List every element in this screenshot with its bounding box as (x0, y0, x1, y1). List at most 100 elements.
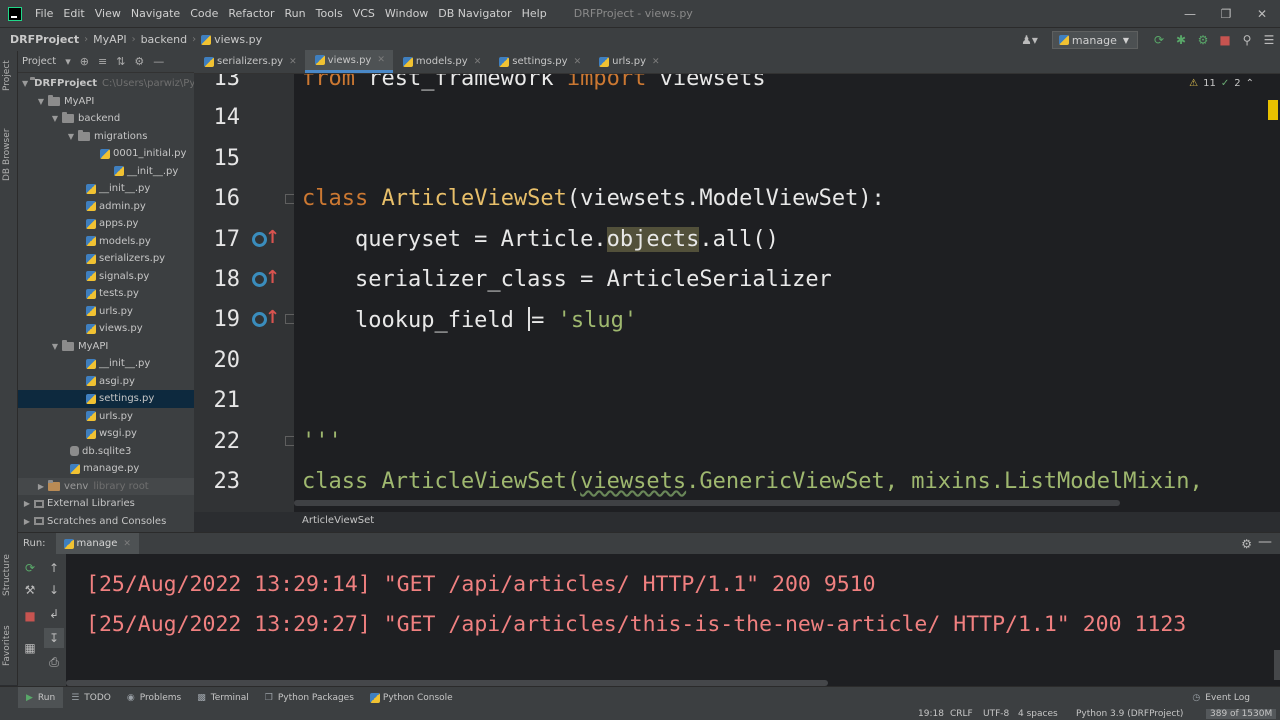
minimize-window-icon[interactable]: — (1172, 7, 1208, 21)
override-icon[interactable]: ↑ (252, 267, 280, 290)
chevron-down-icon[interactable]: ▾ (65, 55, 71, 68)
editor-horizontal-scrollbar[interactable] (294, 500, 1120, 506)
code-editor[interactable]: from rest_framework import viewsets clas… (294, 74, 1280, 512)
stop-icon[interactable]: ■ (1214, 33, 1236, 47)
tree-item-file[interactable]: urls.py (18, 408, 194, 426)
python-interpreter[interactable]: Python 3.9 (DRFProject) (1076, 709, 1183, 719)
db-browser-tool-button[interactable]: DB Browser (2, 129, 12, 181)
breadcrumb-project[interactable]: DRFProject (10, 33, 79, 46)
stop-icon[interactable]: ■ (20, 606, 40, 626)
console-output[interactable]: [25/Aug/2022 13:29:14] "GET /api/article… (66, 554, 1280, 686)
memory-indicator[interactable]: 389 of 1530M (1206, 709, 1277, 719)
close-tab-icon[interactable]: ✕ (289, 57, 297, 67)
close-tab-icon[interactable]: ✕ (652, 57, 660, 67)
expand-arrow-icon[interactable]: ▼ (50, 342, 60, 351)
tree-item-file[interactable]: __init__.py (18, 355, 194, 373)
menu-window[interactable]: Window (380, 7, 433, 20)
structure-tool-button[interactable]: Structure (2, 554, 12, 596)
expand-arrow-icon[interactable]: ▼ (36, 97, 46, 106)
hide-panel-icon[interactable]: — (153, 55, 164, 68)
scroll-to-end-icon[interactable]: ↧ (44, 628, 64, 648)
inspection-widget[interactable]: ⚠ 11 ✓ 2 ⌃ (1189, 78, 1254, 89)
tab-serializers[interactable]: serializers.py ✕ (194, 50, 305, 73)
search-icon[interactable]: ⚲ (1236, 33, 1258, 47)
expand-arrow-icon[interactable]: ▼ (50, 114, 60, 123)
menu-vcs[interactable]: VCS (348, 7, 380, 20)
rerun-icon[interactable]: ⟳ (1148, 33, 1170, 47)
tab-settings[interactable]: settings.py ✕ (489, 50, 589, 73)
tool-python-console[interactable]: Python Console (362, 687, 461, 709)
tool-problems[interactable]: ◉ Problems (119, 687, 189, 709)
collapse-all-icon[interactable]: ≡ (98, 55, 107, 68)
close-tab-icon[interactable]: ✕ (474, 57, 482, 67)
fold-marker-icon[interactable] (285, 314, 294, 324)
breadcrumb-myapi[interactable]: MyAPI (93, 33, 126, 46)
tab-views[interactable]: views.py ✕ (304, 50, 393, 73)
caret-position[interactable]: 19:18 (918, 709, 944, 719)
close-tab-icon[interactable]: ✕ (377, 55, 385, 65)
tree-item-file[interactable]: tests.py (18, 285, 194, 303)
tree-item-file[interactable]: signals.py (18, 268, 194, 286)
tool-event-log[interactable]: ◷ Event Log (1184, 687, 1258, 709)
fold-marker-icon[interactable] (285, 436, 294, 446)
chevron-up-icon[interactable]: ⌃ (1246, 78, 1254, 89)
scroll-down-icon[interactable]: ↓ (44, 580, 64, 600)
tree-item-scratches[interactable]: ▶ Scratches and Consoles (18, 513, 194, 531)
tree-item-myapi-package[interactable]: ▼ MyAPI (18, 338, 194, 356)
wrench-icon[interactable]: ⚒ (20, 580, 40, 600)
tool-terminal[interactable]: ▩ Terminal (189, 687, 257, 709)
tree-item-file-selected[interactable]: settings.py (18, 390, 194, 408)
close-tab-icon[interactable]: ✕ (123, 539, 131, 549)
tree-item-file[interactable]: models.py (18, 233, 194, 251)
minimize-panel-icon[interactable]: — (1258, 534, 1272, 550)
expand-arrow-icon[interactable]: ▶ (22, 499, 32, 508)
restore-window-icon[interactable]: ❐ (1208, 7, 1244, 21)
menu-help[interactable]: Help (517, 7, 552, 20)
tree-item-file[interactable]: serializers.py (18, 250, 194, 268)
tree-item-file[interactable]: views.py (18, 320, 194, 338)
breadcrumb-backend[interactable]: backend (141, 33, 187, 46)
menu-file[interactable]: File (30, 7, 58, 20)
scroll-up-icon[interactable]: ↑ (44, 558, 64, 578)
locate-icon[interactable]: ⊕ (80, 55, 89, 68)
user-icon[interactable]: ♟▾ (1021, 33, 1038, 47)
debug-icon[interactable]: ✱ (1170, 33, 1192, 47)
tree-item-file[interactable]: wsgi.py (18, 425, 194, 443)
coverage-icon[interactable]: ⚙ (1192, 33, 1214, 47)
tool-python-packages[interactable]: ❒ Python Packages (257, 687, 362, 709)
menu-edit[interactable]: Edit (58, 7, 89, 20)
tree-item-file[interactable]: admin.py (18, 198, 194, 216)
tree-item-file[interactable]: apps.py (18, 215, 194, 233)
menu-code[interactable]: Code (185, 7, 223, 20)
tool-todo[interactable]: ☰ TODO (63, 687, 119, 709)
fold-marker-icon[interactable] (285, 194, 294, 204)
tab-urls[interactable]: urls.py ✕ (589, 50, 667, 73)
menu-run[interactable]: Run (280, 7, 311, 20)
tree-item-file[interactable]: __init__.py (18, 163, 194, 181)
file-encoding[interactable]: UTF-8 (983, 709, 1009, 719)
gear-icon[interactable]: ⚙ (134, 55, 144, 68)
tree-item-backend[interactable]: ▼ backend (18, 110, 194, 128)
console-vertical-scrollbar[interactable] (1274, 650, 1280, 680)
expand-arrow-icon[interactable]: ▼ (66, 132, 76, 141)
tool-run[interactable]: ▶ Run (18, 686, 64, 709)
project-tool-button[interactable]: Project (2, 60, 12, 91)
expand-arrow-icon[interactable]: ▶ (36, 482, 46, 491)
print-icon[interactable]: ⎙ (44, 652, 64, 672)
menu-db-navigator[interactable]: DB Navigator (433, 7, 516, 20)
tree-item-migrations[interactable]: ▼ migrations (18, 128, 194, 146)
override-icon[interactable]: ↑ (252, 227, 280, 250)
layout-icon[interactable]: ▦ (20, 638, 40, 658)
run-configuration-select[interactable]: manage ▼ (1051, 31, 1138, 49)
tree-item-venv[interactable]: ▶ venv library root (18, 477, 194, 495)
error-stripe-mark[interactable] (1268, 100, 1278, 120)
project-view-select[interactable]: Project (22, 56, 56, 67)
tree-item-file[interactable]: asgi.py (18, 373, 194, 391)
tree-item-external-libraries[interactable]: ▶ External Libraries (18, 495, 194, 513)
settings-icon[interactable]: ☰ (1258, 33, 1280, 47)
tab-models[interactable]: models.py ✕ (393, 50, 489, 73)
tree-item-file[interactable]: db.sqlite3 (18, 443, 194, 461)
tree-item-file[interactable]: manage.py (18, 460, 194, 478)
tree-item-file[interactable]: 0001_initial.py (18, 145, 194, 163)
soft-wrap-icon[interactable]: ↲ (44, 604, 64, 624)
